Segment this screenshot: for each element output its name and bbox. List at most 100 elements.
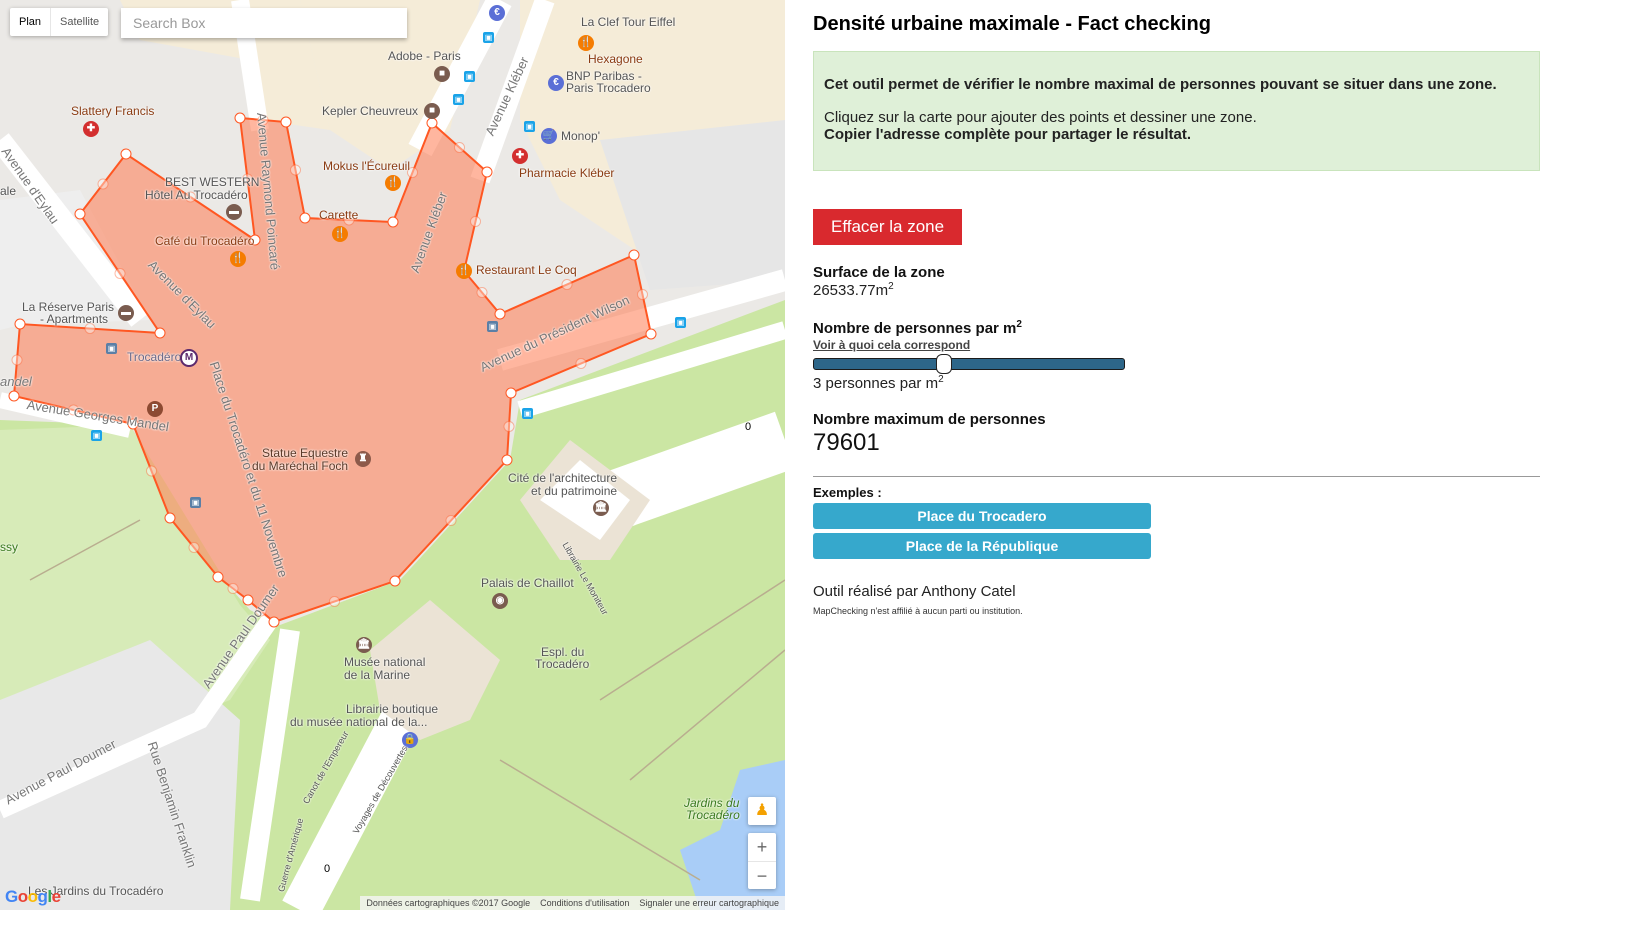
zone-midpoint-handle[interactable] (637, 289, 648, 300)
poi-label: ale (0, 184, 17, 198)
side-panel: Densité urbaine maximale - Fact checking… (813, 0, 1540, 616)
zone-vertex-handle[interactable] (426, 117, 438, 129)
poi-label: Trocadéro (535, 657, 590, 671)
map-type-satellite-button[interactable]: Satellite (51, 8, 108, 36)
disclaimer: MapChecking n'est affilié à aucun parti … (813, 606, 1023, 616)
see-what-it-means-link[interactable]: Voir à quoi cela correspond (813, 338, 1540, 352)
zone-midpoint-handle[interactable] (227, 583, 239, 594)
zone-midpoint-handle[interactable] (470, 216, 481, 227)
zone-vertex-handle[interactable] (389, 575, 401, 587)
zone-vertex-handle[interactable] (154, 327, 166, 339)
zone-vertex-handle[interactable] (299, 212, 311, 224)
zone-vertex-handle[interactable] (505, 387, 517, 399)
author-credit: Outil réalisé par Anthony Catel (813, 583, 1016, 600)
shopping-cart-icon: 🛒 (541, 128, 557, 144)
street-view-pegman-icon[interactable]: ♟ (748, 797, 776, 825)
poi-label: Hexagone (588, 52, 643, 66)
examples-label: Exemples : (813, 485, 882, 500)
zone-midpoint-handle[interactable] (188, 542, 200, 553)
map-data-attribution[interactable]: Données cartographiques ©2017 Google (366, 896, 530, 910)
zone-midpoint-handle[interactable] (146, 465, 157, 477)
surface-label: Surface de la zone (813, 264, 945, 281)
example-republique-button[interactable]: Place de la République (813, 533, 1151, 559)
map-type-plan-button[interactable]: Plan (10, 8, 52, 36)
office-icon: ■ (434, 66, 450, 82)
poi-label: Slattery Francis (71, 104, 155, 118)
parking-icon: P (147, 401, 163, 417)
zoom-out-button[interactable]: − (748, 862, 776, 890)
zone-vertex-handle[interactable] (212, 571, 224, 583)
map-canvas[interactable]: ✚ Slattery Francis BEST WESTERN Hôtel Au… (0, 0, 785, 910)
bus-stop-icon: ▣ (106, 343, 117, 354)
google-logo[interactable]: Google (5, 887, 61, 907)
zone-midpoint-handle[interactable] (97, 178, 109, 190)
zone-vertex-handle[interactable] (628, 249, 640, 261)
poi-label: - Apartments (40, 312, 109, 326)
zone-midpoint-handle[interactable] (445, 515, 457, 526)
max-people-label: Nombre maximum de personnes (813, 411, 1046, 428)
zone-vertex-handle[interactable] (234, 112, 246, 124)
map-number-label: 0 (324, 863, 331, 875)
clear-zone-button[interactable]: Effacer la zone (813, 209, 963, 245)
bus-stop-icon: ▣ (190, 497, 201, 508)
office-icon: ■ (424, 103, 440, 119)
museum-icon: 🏛 (593, 500, 609, 516)
zone-midpoint-handle[interactable] (290, 164, 301, 176)
poi-label: Monop' (561, 129, 600, 143)
max-people-section: Nombre maximum de personnes 79601 (813, 411, 1540, 457)
terms-link[interactable]: Conditions d'utilisation (540, 896, 629, 910)
density-value: 3 personnes par m2 (813, 374, 944, 392)
zone-vertex-handle[interactable] (501, 454, 513, 466)
density-slider[interactable] (813, 354, 1125, 374)
bus-stop-icon: ▣ (483, 32, 494, 43)
map-search-input[interactable] (121, 8, 407, 38)
zone-midpoint-handle[interactable] (575, 358, 587, 369)
zone-vertex-handle[interactable] (387, 216, 399, 228)
zone-vertex-handle[interactable] (494, 308, 506, 320)
poi-label: Hôtel Au Trocadéro (145, 188, 248, 202)
bus-stop-icon: ▣ (522, 408, 533, 419)
zone-vertex-handle[interactable] (164, 512, 176, 524)
page-title: Densité urbaine maximale - Fact checking (813, 13, 1211, 35)
zone-midpoint-handle[interactable] (329, 596, 340, 607)
zone-vertex-handle[interactable] (645, 328, 657, 340)
road-label: andel (0, 374, 32, 389)
restaurant-icon: 🍴 (456, 263, 472, 279)
bank-icon: € (489, 5, 505, 21)
zoom-control: + − (748, 833, 776, 889)
hotel-icon: ▬ (226, 204, 242, 220)
zone-vertex-handle[interactable] (120, 148, 132, 160)
poi-label: Carette (319, 208, 359, 222)
report-error-link[interactable]: Signaler une erreur cartographique (639, 896, 779, 910)
zone-vertex-handle[interactable] (242, 594, 254, 606)
poi-label: ssy (0, 540, 18, 554)
poi-label: Mokus l'Écureuil (323, 159, 410, 173)
zone-midpoint-handle[interactable] (476, 287, 488, 298)
poi-label: du Maréchal Foch (252, 459, 349, 473)
info-share: Copier l'adresse complète pour partager … (824, 126, 1192, 143)
zoom-in-button[interactable]: + (748, 833, 776, 862)
poi-label: Kepler Cheuvreux (322, 104, 419, 118)
zone-vertex-handle[interactable] (14, 318, 26, 330)
surface-value: 26533.77m2 (813, 281, 894, 299)
slider-handle[interactable] (936, 354, 953, 374)
poi-label: Paris Trocadero (566, 81, 651, 95)
zone-midpoint-handle[interactable] (454, 142, 465, 153)
zone-midpoint-handle[interactable] (503, 421, 515, 432)
zone-midpoint-handle[interactable] (11, 354, 23, 366)
zone-vertex-handle[interactable] (481, 166, 493, 178)
zone-vertex-handle[interactable] (74, 208, 86, 220)
zone-vertex-handle[interactable] (8, 390, 20, 402)
bus-stop-icon: ▣ (464, 71, 475, 82)
info-instructions: Cliquez sur la carte pour ajouter des po… (824, 109, 1257, 126)
example-trocadero-button[interactable]: Place du Trocadero (813, 503, 1151, 529)
zone-vertex-handle[interactable] (280, 116, 292, 128)
map-type-control: Plan Satellite (10, 8, 109, 36)
zone-vertex-handle[interactable] (268, 616, 280, 628)
metro-label: Trocadéro (127, 350, 182, 364)
zone-midpoint-handle[interactable] (114, 268, 126, 279)
zone-midpoint-handle[interactable] (561, 279, 573, 290)
bus-stop-icon: ▣ (91, 430, 102, 441)
restaurant-icon: 🍴 (578, 35, 594, 51)
museum-icon: 🏛 (356, 637, 372, 653)
